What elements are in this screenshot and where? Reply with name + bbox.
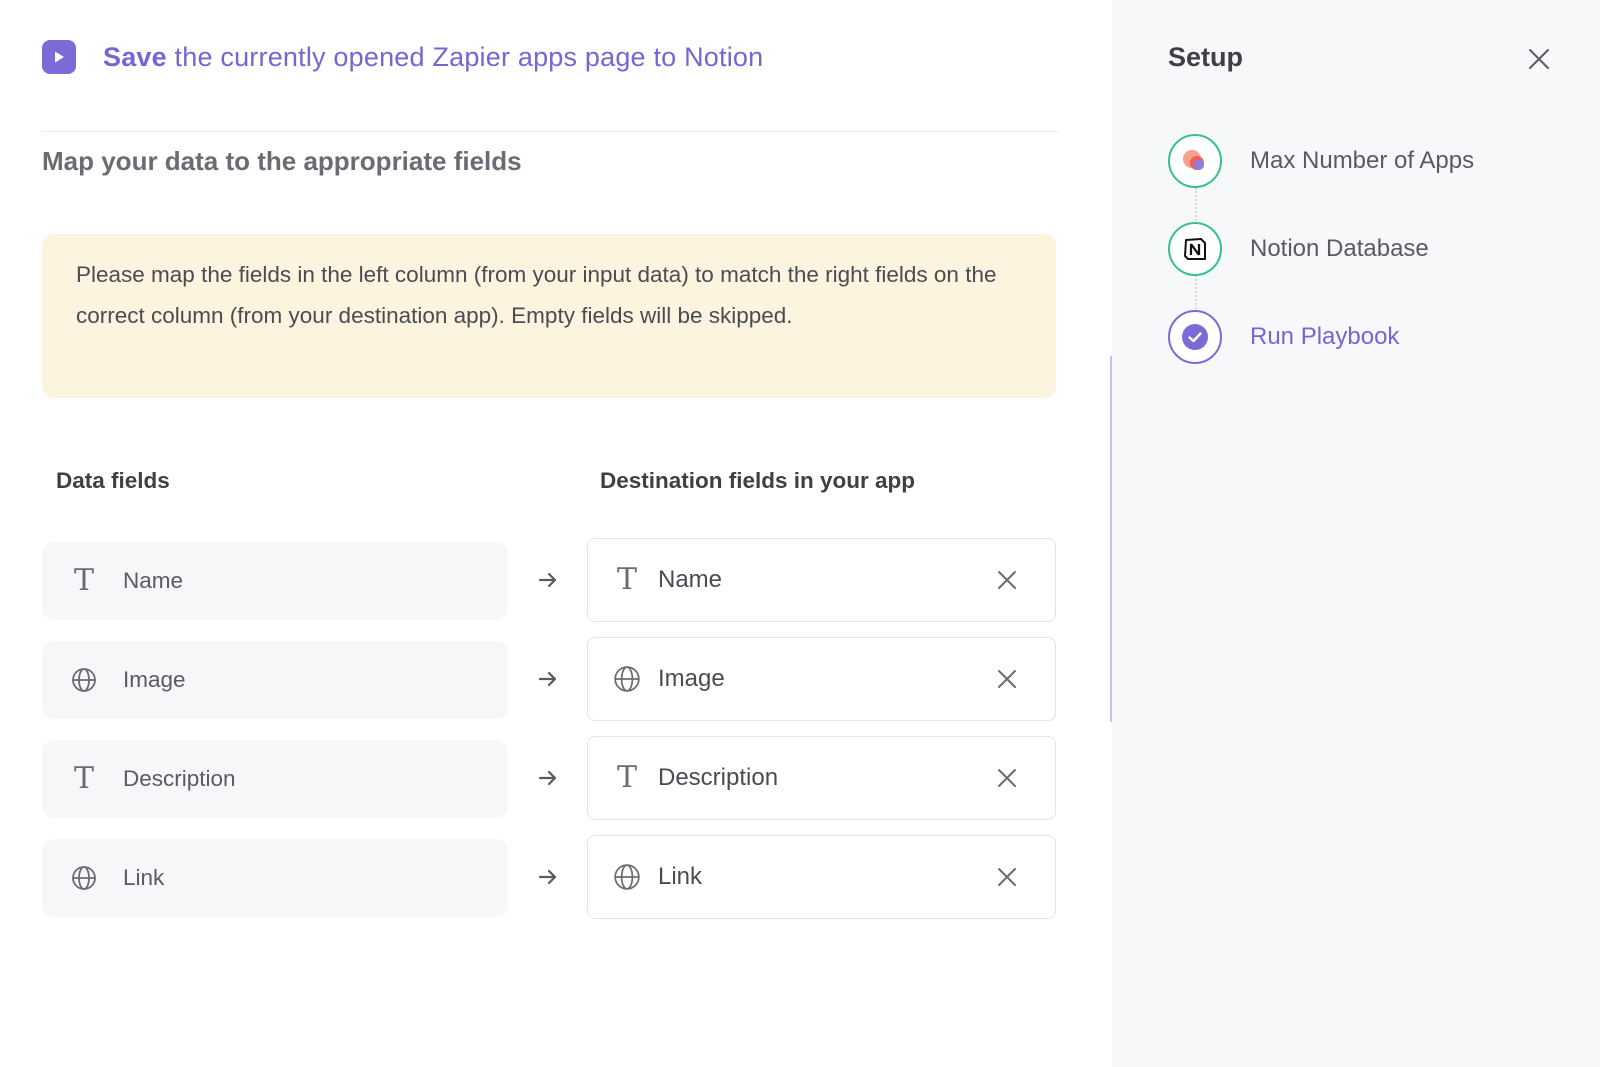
step-label: Run Playbook [1250, 323, 1400, 350]
play-icon [42, 40, 76, 74]
globe-icon [70, 667, 98, 693]
source-field-image: Image [42, 641, 508, 719]
notion-icon [1184, 238, 1206, 260]
clear-field-button[interactable] [989, 562, 1025, 598]
step-status-circle [1168, 134, 1222, 188]
step-status-circle [1168, 310, 1222, 364]
close-icon [998, 868, 1016, 886]
playbook-title: Save the currently opened Zapier apps pa… [103, 42, 763, 73]
text-type-icon: T [73, 563, 94, 598]
close-icon [1529, 49, 1549, 69]
destination-field-label: Link [658, 863, 703, 890]
source-field-description: T Description [42, 740, 508, 818]
playbook-title-action: Save [103, 41, 167, 72]
clear-field-button[interactable] [989, 760, 1025, 796]
arrow-right-icon [538, 770, 557, 786]
step-label: Notion Database [1250, 235, 1429, 262]
close-icon [998, 571, 1016, 589]
close-icon [998, 769, 1016, 787]
text-type-icon: T [616, 562, 637, 597]
playbook-title-rest: the currently opened Zapier apps page to… [166, 41, 764, 72]
source-field-label: Link [123, 865, 165, 890]
clear-field-button[interactable] [989, 859, 1025, 895]
destination-field-image[interactable]: Image [587, 637, 1056, 721]
destination-field-description[interactable]: T Description [587, 736, 1056, 820]
mapping-notice: Please map the fields in the left column… [42, 234, 1056, 398]
destination-field-link[interactable]: Link [587, 835, 1056, 919]
zapier-app-icon [1183, 150, 1204, 170]
step-run-playbook[interactable]: Run Playbook [1168, 310, 1399, 364]
close-panel-button[interactable] [1522, 42, 1556, 76]
step-status-circle [1168, 222, 1222, 276]
check-circle-icon [1182, 324, 1208, 350]
field-mapping-panel: Save the currently opened Zapier apps pa… [0, 0, 1112, 1067]
text-type-icon: T [73, 761, 94, 796]
arrow-right-icon [538, 671, 557, 687]
playbook-header: Save the currently opened Zapier apps pa… [42, 40, 763, 74]
destination-field-label: Name [658, 566, 723, 593]
step-label: Max Number of Apps [1250, 147, 1475, 174]
source-field-label: Name [123, 568, 184, 593]
destination-field-label: Description [658, 764, 779, 791]
mapping-row: T Name T Name [42, 538, 1056, 622]
source-field-label: Image [123, 667, 186, 692]
clear-field-button[interactable] [989, 661, 1025, 697]
source-field-label: Description [123, 766, 236, 791]
globe-icon [612, 665, 642, 693]
mapping-row: Image Image [42, 637, 1056, 721]
mapping-row: T Description T Description [42, 736, 1056, 820]
source-field-name: T Name [42, 542, 508, 620]
globe-icon [612, 863, 642, 891]
panel-scroll-accent [1110, 356, 1112, 722]
header-divider [42, 131, 1058, 132]
destination-field-label: Image [658, 665, 725, 692]
section-title: Map your data to the appropriate fields [42, 146, 522, 176]
step-max-number-of-apps[interactable]: Max Number of Apps [1168, 134, 1474, 188]
setup-title: Setup [1168, 42, 1244, 72]
step-notion-database[interactable]: Notion Database [1168, 222, 1429, 276]
arrow-right-icon [538, 572, 557, 588]
text-type-icon: T [616, 760, 637, 795]
arrow-right-icon [538, 869, 557, 885]
destination-field-name[interactable]: T Name [587, 538, 1056, 622]
destination-fields-header: Destination fields in your app [600, 468, 916, 493]
mapping-row: Link Link [42, 835, 1056, 919]
source-field-link: Link [42, 839, 508, 917]
close-icon [998, 670, 1016, 688]
data-fields-header: Data fields [56, 468, 170, 493]
globe-icon [70, 865, 98, 891]
